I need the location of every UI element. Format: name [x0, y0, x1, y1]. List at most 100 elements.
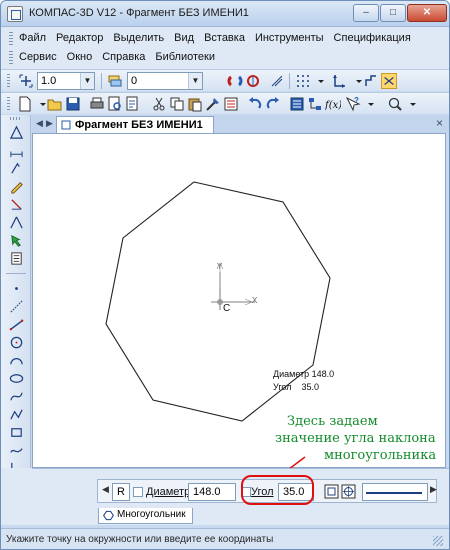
status-text: Укажите точку на окружности или введите …: [6, 534, 274, 545]
menu-select[interactable]: Выделить: [113, 30, 170, 48]
copy-icon[interactable]: [169, 96, 185, 112]
inscribed-mode-icon[interactable]: [324, 484, 339, 499]
print-icon[interactable]: [89, 96, 105, 112]
menu-libraries[interactable]: Библиотеки: [155, 49, 221, 67]
library-manager-icon[interactable]: [289, 96, 305, 112]
variables-icon[interactable]: f(x): [325, 96, 341, 112]
toolbar-grip[interactable]: [7, 97, 10, 111]
toolbar-grip[interactable]: [10, 117, 22, 120]
preview-icon[interactable]: [125, 96, 141, 112]
menu-row-secondary: Сервис Окно Справка Библиотеки: [9, 49, 225, 67]
parametrization-icon[interactable]: [9, 197, 24, 212]
line-style-select[interactable]: [362, 483, 428, 501]
save-icon[interactable]: [65, 96, 81, 112]
status-bar: Укажите точку на окружности или введите …: [1, 528, 449, 549]
dimensions-icon[interactable]: [9, 143, 24, 158]
diameter-field[interactable]: 148.0: [188, 483, 236, 501]
scroll-right-icon[interactable]: ▶: [430, 484, 437, 495]
auxiliary-line-icon[interactable]: [9, 299, 24, 314]
layers-icon[interactable]: [107, 73, 123, 89]
minimize-button[interactable]: –: [353, 4, 379, 22]
spec-icon[interactable]: [9, 251, 24, 266]
menu-service[interactable]: Сервис: [19, 49, 63, 67]
polyline-icon[interactable]: [9, 407, 24, 422]
circumscribed-mode-icon[interactable]: [341, 484, 356, 499]
step-cursor-icon[interactable]: [18, 73, 34, 89]
menu-file[interactable]: Файл: [19, 30, 52, 48]
properties-icon[interactable]: [223, 96, 239, 112]
tab-polygon[interactable]: Многоугольник: [98, 508, 193, 524]
line-style-preview: [366, 492, 422, 494]
paste-icon[interactable]: [187, 96, 203, 112]
measure-icon[interactable]: [9, 215, 24, 230]
menu-insert[interactable]: Вставка: [204, 30, 251, 48]
ellipse-icon[interactable]: [9, 371, 24, 386]
close-tab-icon[interactable]: ×: [436, 116, 443, 130]
parametric-mode-icon[interactable]: [381, 73, 397, 89]
undo-icon[interactable]: [247, 96, 263, 112]
print-preview-icon[interactable]: [107, 96, 123, 112]
menu-grip[interactable]: [9, 32, 13, 46]
toolbar-grip[interactable]: [7, 74, 10, 88]
layer-select[interactable]: 0 ▼: [127, 72, 203, 90]
callout-line-1: Здесь задаем: [287, 414, 378, 429]
select-icon[interactable]: [9, 233, 24, 248]
spline-icon[interactable]: [9, 389, 24, 404]
circle-icon[interactable]: [9, 335, 24, 350]
tab-scroll-right-icon[interactable]: ▶: [46, 118, 53, 129]
origin-label: C: [223, 303, 231, 314]
tab-scroll-left-icon[interactable]: ◀: [36, 118, 43, 129]
edit-icon[interactable]: [9, 179, 24, 194]
tree-icon[interactable]: [307, 96, 323, 112]
standard-toolbar: f(x) ?: [1, 92, 449, 114]
round-to-grid-icon[interactable]: [363, 73, 379, 89]
help-pointer-icon[interactable]: ?: [345, 96, 361, 112]
menu-tools[interactable]: Инструменты: [255, 30, 330, 48]
chevron-down-icon[interactable]: [313, 73, 329, 89]
maximize-button[interactable]: □: [380, 4, 406, 22]
chevron-down-icon[interactable]: ▼: [188, 73, 202, 89]
tab-fragment-label: Фрагмент БЕЗ ИМЕНИ1: [75, 119, 203, 131]
chevron-down-icon[interactable]: [405, 96, 421, 112]
kompas-app-icon: [7, 6, 23, 22]
new-document-icon[interactable]: [17, 96, 33, 112]
local-cs-icon[interactable]: [331, 73, 347, 89]
resize-grip[interactable]: [433, 536, 443, 546]
svg-text:f(x): f(x): [325, 100, 341, 111]
rectangle-icon[interactable]: [9, 425, 24, 440]
designations-icon[interactable]: [9, 161, 24, 176]
geometry-icon[interactable]: [9, 125, 24, 140]
menu-grip[interactable]: [9, 51, 13, 65]
window-title: КОМПАС-3D V12 - Фрагмент БЕЗ ИМЕНИ1: [29, 7, 249, 19]
local-snap-icon[interactable]: [245, 73, 261, 89]
copy-properties-icon[interactable]: [205, 96, 221, 112]
menu-editor[interactable]: Редактор: [56, 30, 109, 48]
menu-view[interactable]: Вид: [174, 30, 200, 48]
title-bar: КОМПАС-3D V12 - Фрагмент БЕЗ ИМЕНИ1 – □ …: [1, 1, 449, 27]
redo-icon[interactable]: [265, 96, 281, 112]
menu-help[interactable]: Справка: [102, 49, 151, 67]
point-icon[interactable]: [9, 281, 24, 296]
close-button[interactable]: ✕: [407, 4, 447, 22]
ortho-icon[interactable]: [269, 73, 285, 89]
snap-magnet-icon[interactable]: [227, 73, 243, 89]
scroll-left-icon[interactable]: ◀: [102, 484, 109, 495]
line-width-select[interactable]: 1.0 ▼: [37, 72, 95, 90]
tab-fragment[interactable]: Фрагмент БЕЗ ИМЕНИ1: [56, 116, 214, 133]
cut-icon[interactable]: [151, 96, 167, 112]
radius-toggle-button[interactable]: R: [112, 483, 130, 501]
fragment-icon: [61, 120, 71, 130]
segment-icon[interactable]: [9, 317, 24, 332]
arc-icon[interactable]: [9, 353, 24, 368]
menu-window[interactable]: Окно: [67, 49, 99, 67]
zoom-icon[interactable]: [387, 96, 403, 112]
nurbs-icon[interactable]: [9, 443, 24, 458]
diameter-checkbox[interactable]: [133, 487, 143, 497]
grid-icon[interactable]: [295, 73, 311, 89]
toolbar-separator: [6, 273, 26, 274]
chevron-down-icon[interactable]: [363, 96, 379, 112]
drawing-canvas[interactable]: Y X C Диаметр 148.0 Угол 35.0 Здесь зада…: [32, 133, 446, 468]
menu-specification[interactable]: Спецификация: [334, 30, 417, 48]
open-folder-icon[interactable]: [47, 96, 63, 112]
chevron-down-icon[interactable]: ▼: [80, 73, 94, 89]
